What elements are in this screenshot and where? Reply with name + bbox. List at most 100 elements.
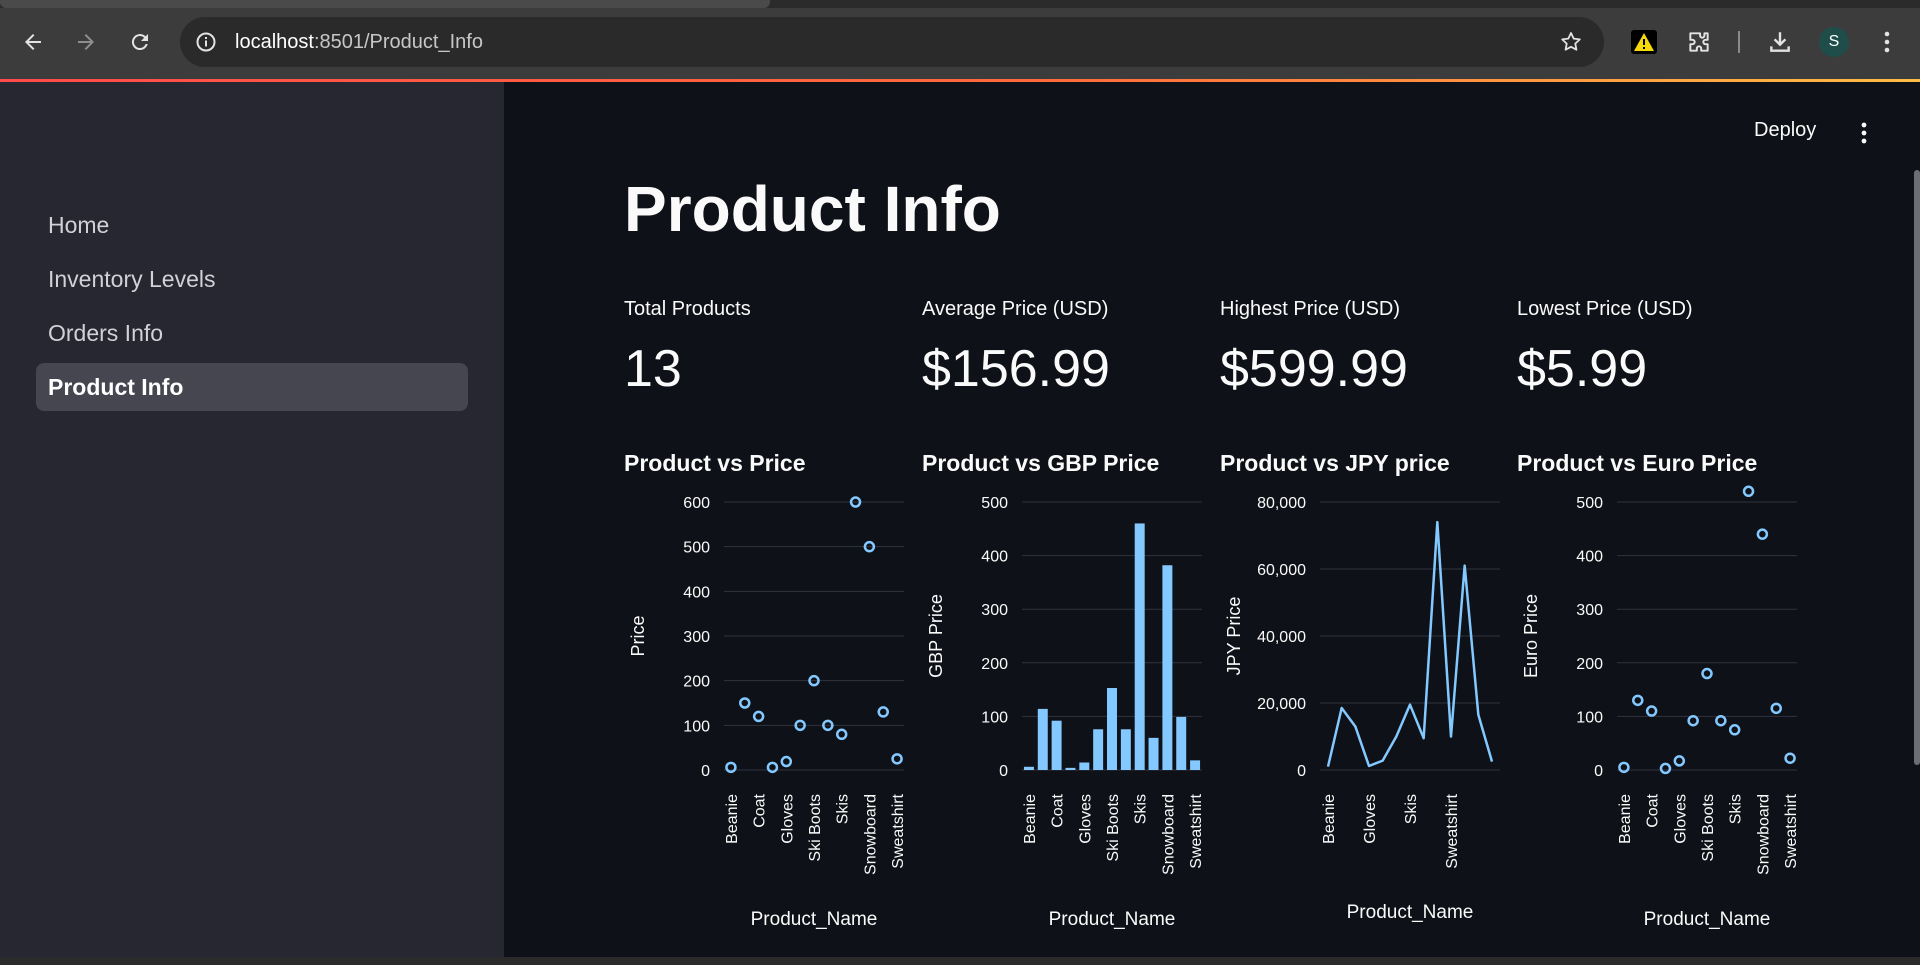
x-tick-label: Sweatshirt bbox=[890, 793, 907, 868]
bar bbox=[1134, 523, 1145, 770]
y-tick-label: 200 bbox=[1576, 656, 1603, 673]
x-tick-label: Snowboard bbox=[1755, 794, 1772, 875]
page-title: Product Info bbox=[624, 173, 1001, 245]
sidebar-item-product-info[interactable]: Product Info bbox=[36, 363, 468, 411]
gbp-price-bar-chart[interactable]: 0 100 200 300 400 500 GBP Price Beanie Coat Glove… bbox=[918, 482, 1208, 937]
x-tick-label: Skis bbox=[835, 794, 852, 824]
metric-label: Total Products bbox=[624, 298, 751, 320]
x-tick-label: Sweatshirt bbox=[1783, 793, 1800, 868]
y-tick-label: 500 bbox=[683, 540, 710, 557]
data-point bbox=[835, 728, 848, 741]
x-tick-label: Sweatshirt bbox=[1188, 793, 1205, 868]
bar bbox=[1190, 760, 1201, 770]
y-tick-label: 100 bbox=[1576, 709, 1603, 726]
y-tick-label: 500 bbox=[1576, 495, 1603, 512]
bookmark-star-icon[interactable] bbox=[1558, 29, 1584, 55]
address-bar[interactable]: localhost:8501/Product_Info bbox=[180, 17, 1604, 67]
download-icon[interactable] bbox=[1762, 24, 1798, 60]
metric-value: $5.99 bbox=[1517, 340, 1648, 398]
scrollbar[interactable] bbox=[1914, 170, 1920, 765]
deploy-button[interactable]: Deploy bbox=[1754, 119, 1816, 142]
y-tick-label: 500 bbox=[981, 495, 1008, 512]
puzzle-extensions-icon[interactable] bbox=[1681, 24, 1717, 60]
warning-extension-icon[interactable] bbox=[1626, 24, 1662, 60]
data-point bbox=[1645, 705, 1658, 717]
y-axis-label: Euro Price bbox=[1521, 594, 1541, 678]
x-tick-label: Gloves bbox=[1077, 794, 1094, 844]
bar bbox=[1079, 762, 1090, 770]
x-tick-label: Skis bbox=[1728, 794, 1745, 824]
x-tick-label: Coat bbox=[1050, 793, 1067, 827]
sidebar-item-orders-info[interactable]: Orders Info bbox=[36, 309, 468, 357]
site-info-icon[interactable] bbox=[194, 30, 218, 54]
bar bbox=[1093, 729, 1104, 770]
x-axis-label: Product_Name bbox=[1049, 909, 1176, 930]
active-tab[interactable] bbox=[0, 0, 770, 8]
url-path: :8501/Product_Info bbox=[313, 31, 483, 53]
profile-avatar[interactable]: S bbox=[1819, 27, 1849, 57]
y-tick-label: 300 bbox=[981, 602, 1008, 619]
data-point bbox=[1687, 714, 1699, 727]
metric-value: $599.99 bbox=[1220, 340, 1408, 398]
x-tick-label: Sweatshirt bbox=[1444, 793, 1461, 868]
bar bbox=[1023, 766, 1034, 770]
main-menu-icon[interactable] bbox=[1849, 118, 1879, 148]
y-tick-label: 100 bbox=[683, 718, 710, 735]
data-point bbox=[877, 706, 889, 718]
jpy-price-line-chart[interactable]: 0 20,000 40,000 60,000 80,000 JPY Price Beanie… bbox=[1216, 482, 1506, 937]
y-tick-label: 200 bbox=[683, 674, 710, 691]
x-tick-label: Gloves bbox=[779, 794, 796, 844]
y-tick-label: 0 bbox=[1297, 763, 1306, 780]
data-point bbox=[891, 753, 903, 765]
y-tick-label: 100 bbox=[981, 709, 1008, 726]
price-scatter-chart[interactable]: 0 100 200 300 400 500 600 Price Beanie Coat Gloves… bbox=[620, 482, 910, 937]
chart-title: Product vs JPY price bbox=[1220, 450, 1450, 476]
sidebar-item-inventory-levels[interactable]: Inventory Levels bbox=[36, 255, 468, 303]
sidebar-item-home[interactable]: Home bbox=[36, 201, 468, 249]
y-tick-label: 0 bbox=[1594, 763, 1603, 780]
y-tick-label: 20,000 bbox=[1257, 696, 1306, 713]
x-tick-label: Gloves bbox=[1672, 794, 1689, 844]
y-tick-label: 200 bbox=[981, 656, 1008, 673]
x-tick-label: Ski Boots bbox=[1105, 794, 1122, 862]
metric-value: $156.99 bbox=[922, 340, 1110, 398]
x-tick-label: Coat bbox=[752, 793, 769, 827]
bar bbox=[1037, 708, 1048, 770]
kebab-menu-icon[interactable] bbox=[1869, 24, 1905, 60]
y-tick-label: 600 bbox=[683, 495, 710, 512]
bar bbox=[1120, 729, 1131, 770]
y-tick-label: 400 bbox=[981, 549, 1008, 566]
metric-highest-price: Highest Price (USD) $599.99 bbox=[1220, 298, 1510, 399]
euro-price-scatter-chart[interactable]: 0 100 200 300 400 500 Euro Price Beanie Coat Glov… bbox=[1513, 482, 1803, 937]
sidebar-item-label: Inventory Levels bbox=[48, 265, 216, 292]
metric-average-price: Average Price (USD) $156.99 bbox=[922, 298, 1212, 399]
back-arrow-icon[interactable] bbox=[15, 24, 51, 60]
toolbar-separator bbox=[1738, 31, 1740, 53]
x-tick-label: Beanie bbox=[1617, 794, 1634, 844]
reload-icon[interactable] bbox=[122, 24, 158, 60]
bar bbox=[1148, 737, 1159, 770]
y-tick-label: 60,000 bbox=[1257, 562, 1306, 579]
browser-bottom-edge bbox=[0, 957, 1920, 965]
y-tick-label: 0 bbox=[701, 763, 710, 780]
series-line bbox=[1326, 520, 1494, 768]
x-tick-label: Ski Boots bbox=[807, 794, 824, 862]
chart-title: Product vs Price bbox=[624, 450, 806, 476]
metric-label: Average Price (USD) bbox=[922, 298, 1109, 320]
data-point bbox=[1742, 485, 1755, 498]
x-tick-label: Snowboard bbox=[862, 794, 879, 875]
sidebar-item-label: Orders Info bbox=[48, 319, 164, 346]
metric-label: Lowest Price (USD) bbox=[1517, 298, 1693, 320]
url-text[interactable]: localhost:8501/Product_Info bbox=[235, 30, 483, 54]
metric-lowest-price: Lowest Price (USD) $5.99 bbox=[1517, 298, 1807, 399]
tab-strip bbox=[0, 0, 1920, 8]
data-point bbox=[1659, 762, 1672, 775]
data-point bbox=[1701, 667, 1713, 680]
y-axis-label: JPY Price bbox=[1224, 597, 1244, 676]
data-point bbox=[1715, 714, 1727, 727]
x-tick-label: Skis bbox=[1133, 794, 1150, 824]
forward-arrow-icon[interactable] bbox=[68, 24, 104, 60]
bar bbox=[1051, 720, 1062, 770]
y-tick-label: 300 bbox=[1576, 602, 1603, 619]
metric-label: Highest Price (USD) bbox=[1220, 298, 1401, 320]
